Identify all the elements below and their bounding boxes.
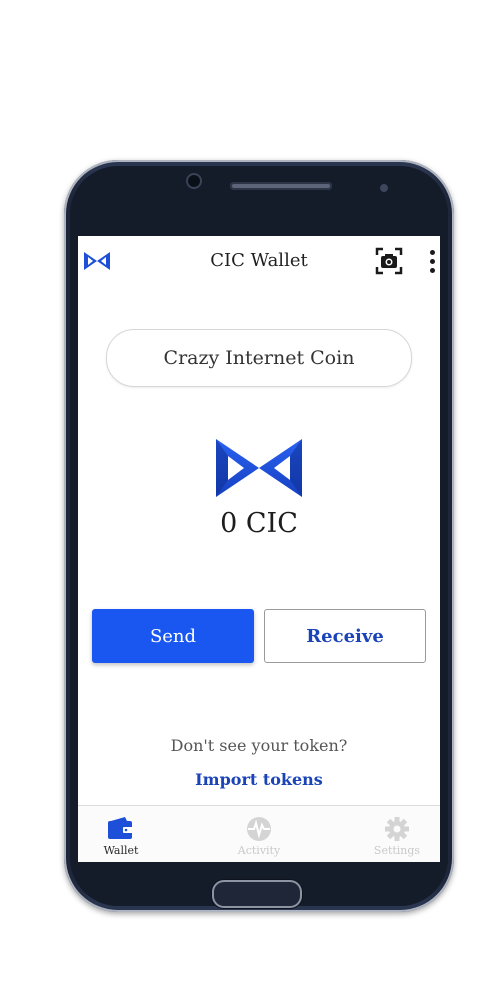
more-vertical-icon[interactable] bbox=[426, 250, 438, 276]
activity-icon bbox=[247, 817, 271, 841]
missing-token-hint: Don't see your token? bbox=[170, 736, 348, 755]
app-bar: CIC Wallet bbox=[78, 236, 440, 288]
send-button[interactable]: Send bbox=[92, 609, 254, 663]
app-screen: CIC Wallet Crazy Internet Coin 0 CIC Sen… bbox=[78, 236, 440, 862]
receive-button[interactable]: Receive bbox=[264, 609, 426, 663]
import-tokens-link[interactable]: Import tokens bbox=[78, 770, 440, 789]
nav-label-activity: Activity bbox=[237, 844, 281, 857]
nav-label-settings: Settings bbox=[373, 844, 421, 857]
home-button[interactable] bbox=[212, 880, 302, 908]
proximity-sensor bbox=[380, 184, 388, 192]
token-selector-label: Crazy Internet Coin bbox=[163, 347, 355, 369]
nav-item-wallet[interactable]: Wallet bbox=[78, 812, 176, 862]
earpiece-speaker bbox=[230, 182, 332, 190]
nav-item-activity[interactable]: Activity bbox=[204, 812, 314, 862]
cic-bowtie-logo-icon bbox=[216, 439, 302, 497]
qr-scan-camera-icon[interactable] bbox=[374, 246, 404, 276]
token-balance: 0 CIC bbox=[220, 508, 298, 539]
front-camera bbox=[188, 175, 200, 187]
bottom-navigation: Wallet Activity Settings bbox=[78, 805, 440, 862]
token-selector[interactable]: Crazy Internet Coin bbox=[106, 329, 412, 387]
nav-item-settings[interactable]: Settings bbox=[342, 812, 440, 862]
nav-label-wallet: Wallet bbox=[103, 844, 139, 857]
gear-icon bbox=[385, 817, 409, 841]
wallet-icon bbox=[108, 817, 133, 839]
